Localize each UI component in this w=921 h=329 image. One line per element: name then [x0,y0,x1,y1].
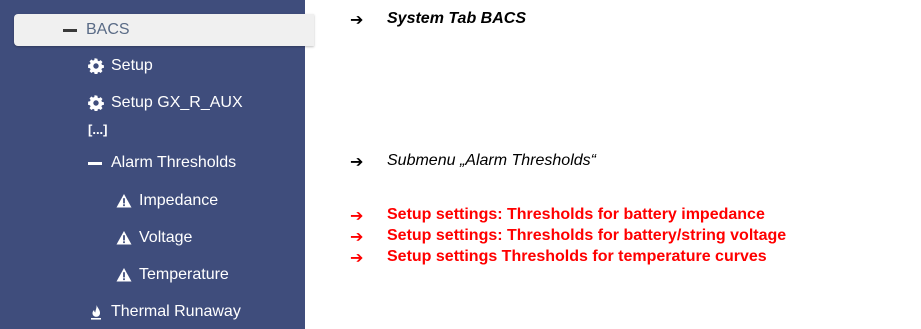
sidebar-item-label: Voltage [139,229,193,246]
sidebar-item-label: Alarm Thresholds [111,154,237,171]
sidebar-item-label: Impedance [139,192,219,209]
sidebar-item-impedance[interactable]: Impedance [116,192,218,210]
annotation-submenu: Submenu „Alarm Thresholds“ [387,152,596,169]
arrow-icon: ➔ [350,152,364,171]
arrow-icon: ➔ [350,227,364,246]
sidebar: BACS Setup Setup GX_R_AUX [...] Alarm Th… [0,0,314,329]
gear-icon [88,58,104,74]
sidebar-item-label: Thermal Runaway [111,303,241,320]
annotation-system-tab: System Tab BACS [387,10,526,27]
sidebar-item-setup[interactable]: Setup [88,57,153,75]
gear-icon [88,95,104,111]
warning-icon [116,267,132,283]
flame-icon [88,304,104,320]
sidebar-item-thermal-runaway[interactable]: Thermal Runaway [88,303,241,321]
sidebar-item-bacs[interactable]: BACS [14,14,314,46]
warning-icon [116,193,132,209]
sidebar-item-label: Setup [111,57,153,74]
warning-icon [116,230,132,246]
ellipsis-text: [...] [88,122,108,137]
sidebar-item-label: Setup GX_R_AUX [111,94,243,111]
annotation-impedance: Setup settings: Thresholds for battery i… [387,206,765,223]
sidebar-item-alarm-thresholds[interactable]: Alarm Thresholds [88,154,236,172]
sidebar-item-voltage[interactable]: Voltage [116,229,192,247]
sidebar-item-label: BACS [86,21,130,38]
arrow-icon: ➔ [350,10,364,29]
sidebar-item-temperature[interactable]: Temperature [116,266,229,284]
minus-icon [63,28,77,32]
arrow-icon: ➔ [350,248,364,267]
sidebar-item-setup-gx-r-aux[interactable]: Setup GX_R_AUX [88,94,243,112]
minus-icon [88,161,102,165]
sidebar-item-label: Temperature [139,266,229,283]
annotation-temperature: Setup settings Thresholds for temperatur… [387,248,767,265]
arrow-icon: ➔ [350,206,364,225]
annotation-voltage: Setup settings: Thresholds for battery/s… [387,227,787,244]
